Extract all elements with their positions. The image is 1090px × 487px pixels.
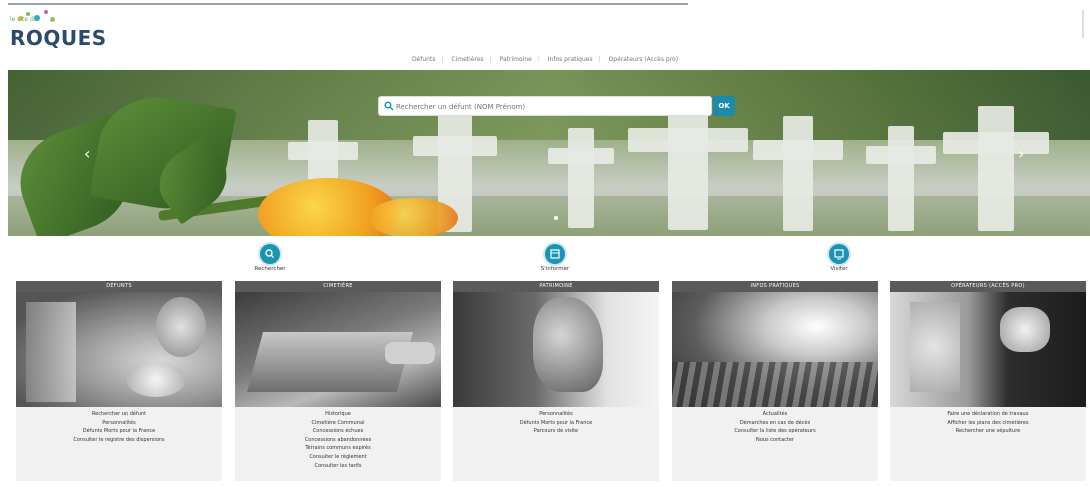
card-photo[interactable] <box>235 292 441 407</box>
card-title[interactable]: Défunts <box>16 281 222 292</box>
card-photo[interactable] <box>16 292 222 407</box>
card-link[interactable]: Consulter le registre des dispersions <box>16 436 222 445</box>
card-link[interactable]: Concessions abandonnées <box>235 436 441 445</box>
card-patrimoine: Patrimoine Personnalités Défunts Morts p… <box>453 281 659 481</box>
card-title[interactable]: Cimetière <box>235 281 441 292</box>
card-link[interactable]: Démarches en cas de décès <box>672 419 878 428</box>
card-links: Historique Cimetière Communal Concession… <box>235 407 441 470</box>
card-link[interactable]: Défunts Morts pour la France <box>16 427 222 436</box>
feature-rechercher[interactable]: Rechercher <box>240 244 300 272</box>
hero-banner: ‹ › <box>8 70 1090 236</box>
hero-prev-arrow[interactable]: ‹ <box>84 144 90 163</box>
card-link[interactable]: Concessions échues <box>235 427 441 436</box>
card-link[interactable]: Consulter la liste des opérateurs <box>672 427 878 436</box>
card-link[interactable]: Défunts Morts pour la France <box>453 419 659 428</box>
card-title[interactable]: Opérateurs (accès pro) <box>890 281 1086 292</box>
top-divider <box>8 3 688 5</box>
card-link[interactable]: Personnalités <box>453 410 659 419</box>
card-link[interactable]: Nous contacter <box>672 436 878 445</box>
card-links: Actualités Démarches en cas de décès Con… <box>672 407 878 444</box>
search-ok-button[interactable]: OK <box>713 96 735 116</box>
logo-small-text: le site de <box>10 16 38 23</box>
nav-item-defunts[interactable]: Défunts <box>406 56 442 63</box>
card-links: Personnalités Défunts Morts pour la Fran… <box>453 407 659 436</box>
card-link[interactable]: Afficher les plans des cimetières <box>890 419 1086 428</box>
nav-item-operateurs[interactable]: Opérateurs (Accès pro) <box>603 56 685 63</box>
nav-item-patrimoine[interactable]: Patrimoine <box>494 56 538 63</box>
logo-name: ROQUES <box>10 26 107 50</box>
card-link[interactable]: Parcours de visite <box>453 427 659 436</box>
feature-sinformer[interactable]: S'informer <box>525 244 585 272</box>
hero-next-arrow[interactable]: › <box>1018 144 1024 163</box>
card-photo[interactable] <box>890 292 1086 407</box>
card-link[interactable]: Consulter le règlement <box>235 453 441 462</box>
card-link[interactable]: Faire une déclaration de travaux <box>890 410 1086 419</box>
card-link[interactable]: Historique <box>235 410 441 419</box>
card-link[interactable]: Rechercher une sépulture <box>890 427 1086 436</box>
card-defunts: Défunts Rechercher un défunt Personnalit… <box>16 281 222 481</box>
card-link[interactable]: Terrains communs expirés <box>235 444 441 453</box>
card-link[interactable]: Actualités <box>672 410 878 419</box>
card-infos-pratiques: Infos pratiques Actualités Démarches en … <box>672 281 878 481</box>
nav-item-cimetieres[interactable]: Cimetières <box>445 56 489 63</box>
site-logo[interactable]: le site de ROQUES <box>8 6 106 52</box>
card-title[interactable]: Infos pratiques <box>672 281 878 292</box>
search-box <box>378 96 712 116</box>
feature-label: Visiter <box>830 266 848 272</box>
feature-label: Rechercher <box>254 266 286 272</box>
card-links: Rechercher un défunt Personnalités Défun… <box>16 407 222 444</box>
main-nav: Défunts | Cimetières | Patrimoine | Infos p… <box>0 56 1090 63</box>
card-operateurs: Opérateurs (accès pro) Faire une déclara… <box>890 281 1086 481</box>
card-title[interactable]: Patrimoine <box>453 281 659 292</box>
card-link[interactable]: Consulter les tarifs <box>235 462 441 471</box>
screen-icon <box>829 244 849 264</box>
carousel-dot[interactable] <box>554 216 558 220</box>
feature-label: S'informer <box>540 266 570 272</box>
search-icon <box>384 101 394 111</box>
feature-visiter[interactable]: Visiter <box>809 244 869 272</box>
search-icon <box>260 244 280 264</box>
card-link[interactable]: Cimetière Communal <box>235 419 441 428</box>
nav-item-infos[interactable]: Infos pratiques <box>542 56 599 63</box>
card-link[interactable]: Personnalités <box>16 419 222 428</box>
card-cimetiere: Cimetière Historique Cimetière Communal … <box>235 281 441 481</box>
scrollbar[interactable] <box>1082 10 1084 38</box>
calendar-icon <box>545 244 565 264</box>
card-photo[interactable] <box>453 292 659 407</box>
card-photo[interactable] <box>672 292 878 407</box>
card-links: Faire une déclaration de travaux Affiche… <box>890 407 1086 436</box>
search-input[interactable] <box>396 99 696 114</box>
card-link[interactable]: Rechercher un défunt <box>16 410 222 419</box>
